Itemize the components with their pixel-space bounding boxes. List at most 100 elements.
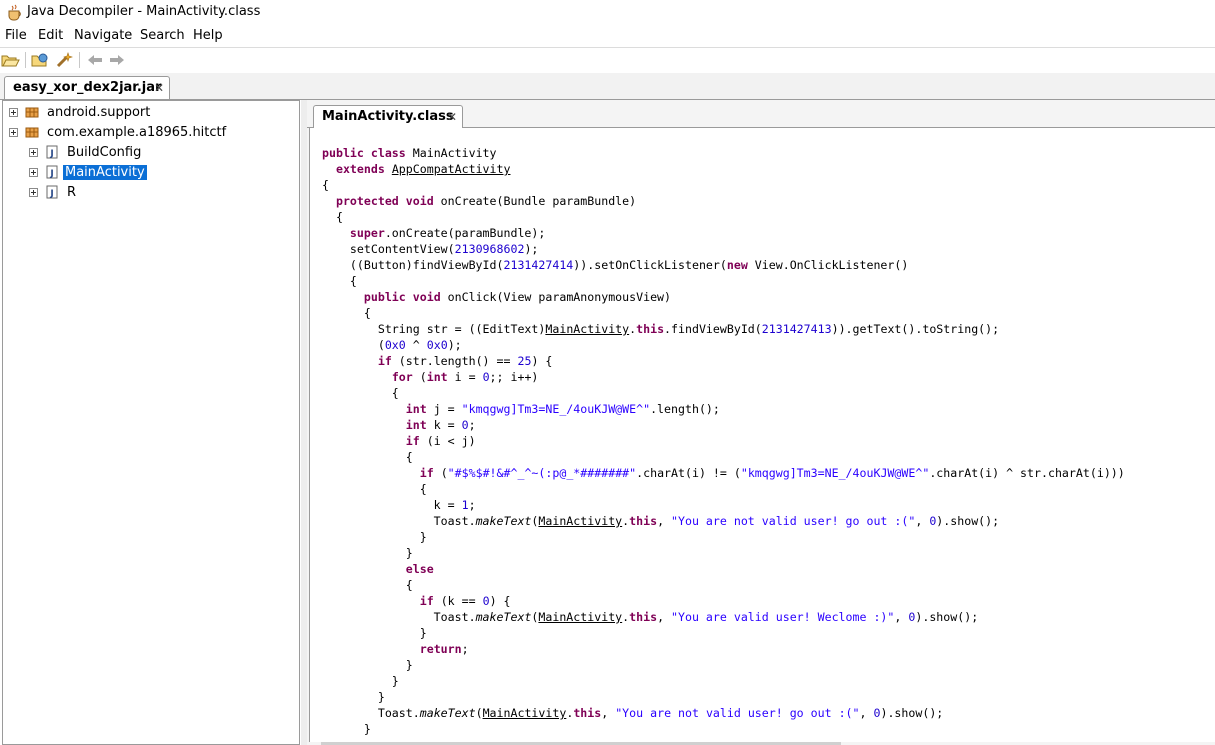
code-token: ( (419, 370, 427, 384)
expand-toggle-icon[interactable] (29, 148, 38, 157)
svg-text:J: J (49, 149, 53, 159)
code-token: int (405, 418, 434, 432)
code-token: )). (831, 322, 853, 336)
code-token: makeText (475, 514, 532, 528)
code-token: "You are not valid user! go out :(" (671, 514, 916, 528)
code-line: { (322, 209, 1125, 225)
editor-panel: MainActivity.class ✕ public class MainAc… (307, 100, 1215, 745)
code-token: 0 (461, 418, 469, 432)
file-tab-strip: easy_xor_dex2jar.jar ✕ (0, 73, 1215, 100)
code-token: "kmqgwg]Tm3=NE_/4ouKJW@WE^" (461, 402, 651, 416)
code-line: setContentView(2130968602); (322, 241, 1125, 257)
code-view[interactable]: public class MainActivity extends AppCom… (309, 128, 1215, 742)
editor-tab[interactable]: MainActivity.class ✕ (313, 105, 463, 128)
menu-bar: File Edit Navigate Search Help (0, 27, 1215, 47)
code-line: return; (322, 641, 1125, 657)
code-token[interactable]: MainActivity (538, 514, 622, 528)
expand-toggle-icon[interactable] (9, 128, 18, 137)
code-token: if (405, 434, 427, 448)
code-token: (str.length() == (398, 354, 518, 368)
code-line: { (322, 177, 1125, 193)
file-tab-label: easy_xor_dex2jar.jar (13, 80, 162, 95)
code-line: super.onCreate(paramBundle); (322, 225, 1125, 241)
code-token: public class (322, 146, 413, 160)
code-token: } (322, 546, 413, 560)
tree-label-selected: MainActivity (63, 165, 147, 180)
code-token: View.OnClickListener() (754, 258, 909, 272)
package-icon (25, 127, 39, 138)
code-token: ; (461, 642, 469, 656)
code-token: } (322, 674, 399, 688)
code-token: Toast. (322, 610, 476, 624)
code-token: ); (524, 242, 539, 256)
code-token: k = (433, 418, 462, 432)
code-token: { (322, 450, 413, 464)
title-bar: Java Decompiler - MainActivity.class (0, 0, 1215, 26)
code-line: (0x0 ^ 0x0); (322, 337, 1125, 353)
code-token: protected void (335, 194, 441, 208)
code-token: for (391, 370, 420, 384)
code-line: protected void onCreate(Bundle paramBund… (322, 193, 1125, 209)
code-token: { (322, 386, 399, 400)
code-line: else (322, 561, 1125, 577)
java-class-file-icon: J (46, 185, 58, 199)
code-token: this (629, 610, 658, 624)
code-token: 2131427414 (503, 258, 574, 272)
open-file-icon[interactable] (0, 51, 20, 69)
code-token: "You are valid user! Weclome :)" (671, 610, 895, 624)
code-token: ); (447, 338, 462, 352)
source-code: public class MainActivity extends AppCom… (322, 145, 1125, 737)
menu-search[interactable]: Search (140, 28, 185, 43)
expand-toggle-icon[interactable] (29, 168, 38, 177)
file-tab[interactable]: easy_xor_dex2jar.jar ✕ (4, 76, 170, 99)
code-token[interactable]: MainActivity (538, 610, 622, 624)
code-token: "kmqgwg]Tm3=NE_/4ouKJW@WE^" (740, 466, 930, 480)
menu-navigate[interactable]: Navigate (74, 28, 132, 43)
code-token[interactable]: MainActivity (483, 706, 567, 720)
editor-tab-strip: MainActivity.class ✕ (307, 100, 1215, 128)
coffee-cup-icon (8, 4, 21, 21)
code-token: 0x0 (426, 338, 448, 352)
expand-toggle-icon[interactable] (9, 108, 18, 117)
menu-file[interactable]: File (5, 28, 27, 43)
code-line: } (322, 657, 1125, 673)
code-token: } (322, 722, 371, 736)
code-token: { (322, 210, 343, 224)
expand-toggle-icon[interactable] (29, 188, 38, 197)
code-line: int k = 0; (322, 417, 1125, 433)
code-token: if (377, 354, 399, 368)
toolbar (0, 47, 1215, 74)
code-token: ; (468, 418, 476, 432)
code-token: { (322, 274, 357, 288)
code-token: onClick(View paramAnonymousView) (447, 290, 672, 304)
close-icon[interactable]: ✕ (447, 110, 457, 124)
menu-help[interactable]: Help (193, 28, 223, 43)
code-token: 25 (517, 354, 532, 368)
tree-label: com.example.a18965.hitctf (47, 125, 227, 140)
code-token: int (426, 370, 455, 384)
open-type-icon[interactable] (30, 51, 50, 69)
code-token: Toast. (322, 706, 420, 720)
code-line: if (str.length() == 25) { (322, 353, 1125, 369)
code-token: .onCreate(paramBundle); (384, 226, 546, 240)
close-icon[interactable]: ✕ (154, 81, 164, 95)
code-token[interactable]: AppCompatActivity (392, 162, 511, 176)
back-arrow-icon[interactable] (85, 51, 105, 69)
code-token: (k == (440, 594, 483, 608)
code-token: , (915, 514, 930, 528)
code-token[interactable]: MainActivity (545, 322, 629, 336)
code-line: k = 1; (322, 497, 1125, 513)
menu-edit[interactable]: Edit (38, 28, 63, 43)
forward-arrow-icon[interactable] (107, 51, 127, 69)
code-line: } (322, 689, 1125, 705)
wand-icon[interactable] (54, 51, 74, 69)
